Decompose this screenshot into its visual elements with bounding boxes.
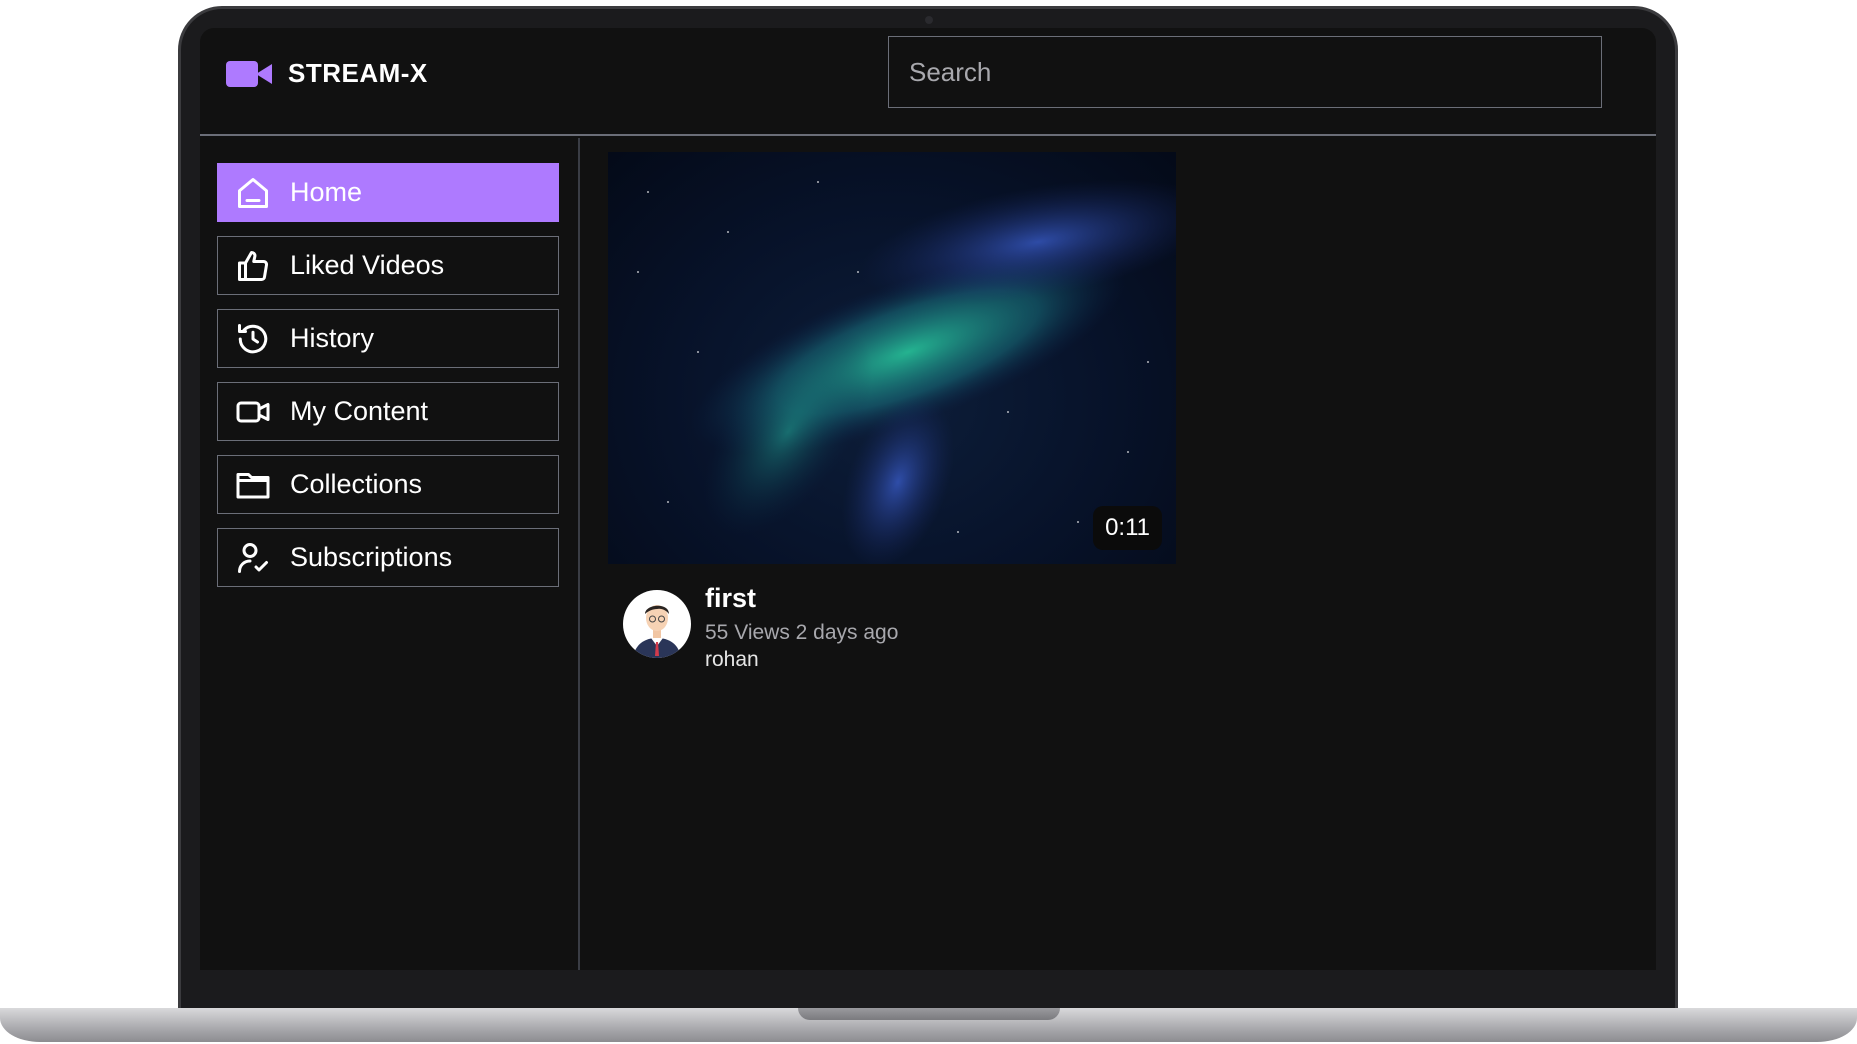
sidebar-item-liked-videos[interactable]: Liked Videos: [217, 236, 559, 295]
sidebar-item-label: Home: [290, 177, 363, 207]
folder-icon: [234, 466, 272, 504]
avatar[interactable]: [623, 590, 691, 658]
app-screen: STREAM-X Home Liked Videos History: [200, 28, 1656, 970]
video-stats: 55 Views 2 days ago: [705, 621, 899, 644]
thumbs-up-icon: [234, 247, 272, 285]
sidebar-item-label: History: [290, 323, 375, 353]
sidebar: Home Liked Videos History My Content Col…: [200, 138, 580, 970]
aurora-thumbnail-image: [637, 179, 1176, 564]
sidebar-item-label: My Content: [290, 396, 429, 426]
video-duration-badge: 0:11: [1093, 506, 1162, 550]
video-camera-logo-icon: [226, 59, 274, 89]
user-check-icon: [234, 539, 272, 577]
logo[interactable]: STREAM-X: [226, 58, 428, 89]
history-icon: [234, 320, 272, 358]
user-avatar-image: [633, 605, 681, 658]
home-icon: [234, 174, 272, 212]
video-title[interactable]: first: [705, 583, 756, 614]
sidebar-item-subscriptions[interactable]: Subscriptions: [217, 528, 559, 587]
sidebar-item-home[interactable]: Home: [217, 163, 559, 222]
top-header: STREAM-X: [200, 28, 1656, 136]
sidebar-item-history[interactable]: History: [217, 309, 559, 368]
camera-icon: [925, 16, 933, 24]
app-name: STREAM-X: [288, 58, 428, 88]
video-owner[interactable]: rohan: [705, 648, 759, 672]
sidebar-item-my-content[interactable]: My Content: [217, 382, 559, 441]
sidebar-item-label: Liked Videos: [290, 250, 445, 280]
sidebar-item-collections[interactable]: Collections: [217, 455, 559, 514]
search-input[interactable]: [888, 36, 1602, 108]
sidebar-item-label: Subscriptions: [290, 542, 453, 572]
sidebar-item-label: Collections: [290, 469, 423, 499]
video-camera-icon: [234, 393, 272, 431]
laptop-notch: [798, 1008, 1060, 1020]
video-thumbnail[interactable]: 0:11: [608, 152, 1176, 564]
laptop-bezel: [178, 970, 1678, 1008]
